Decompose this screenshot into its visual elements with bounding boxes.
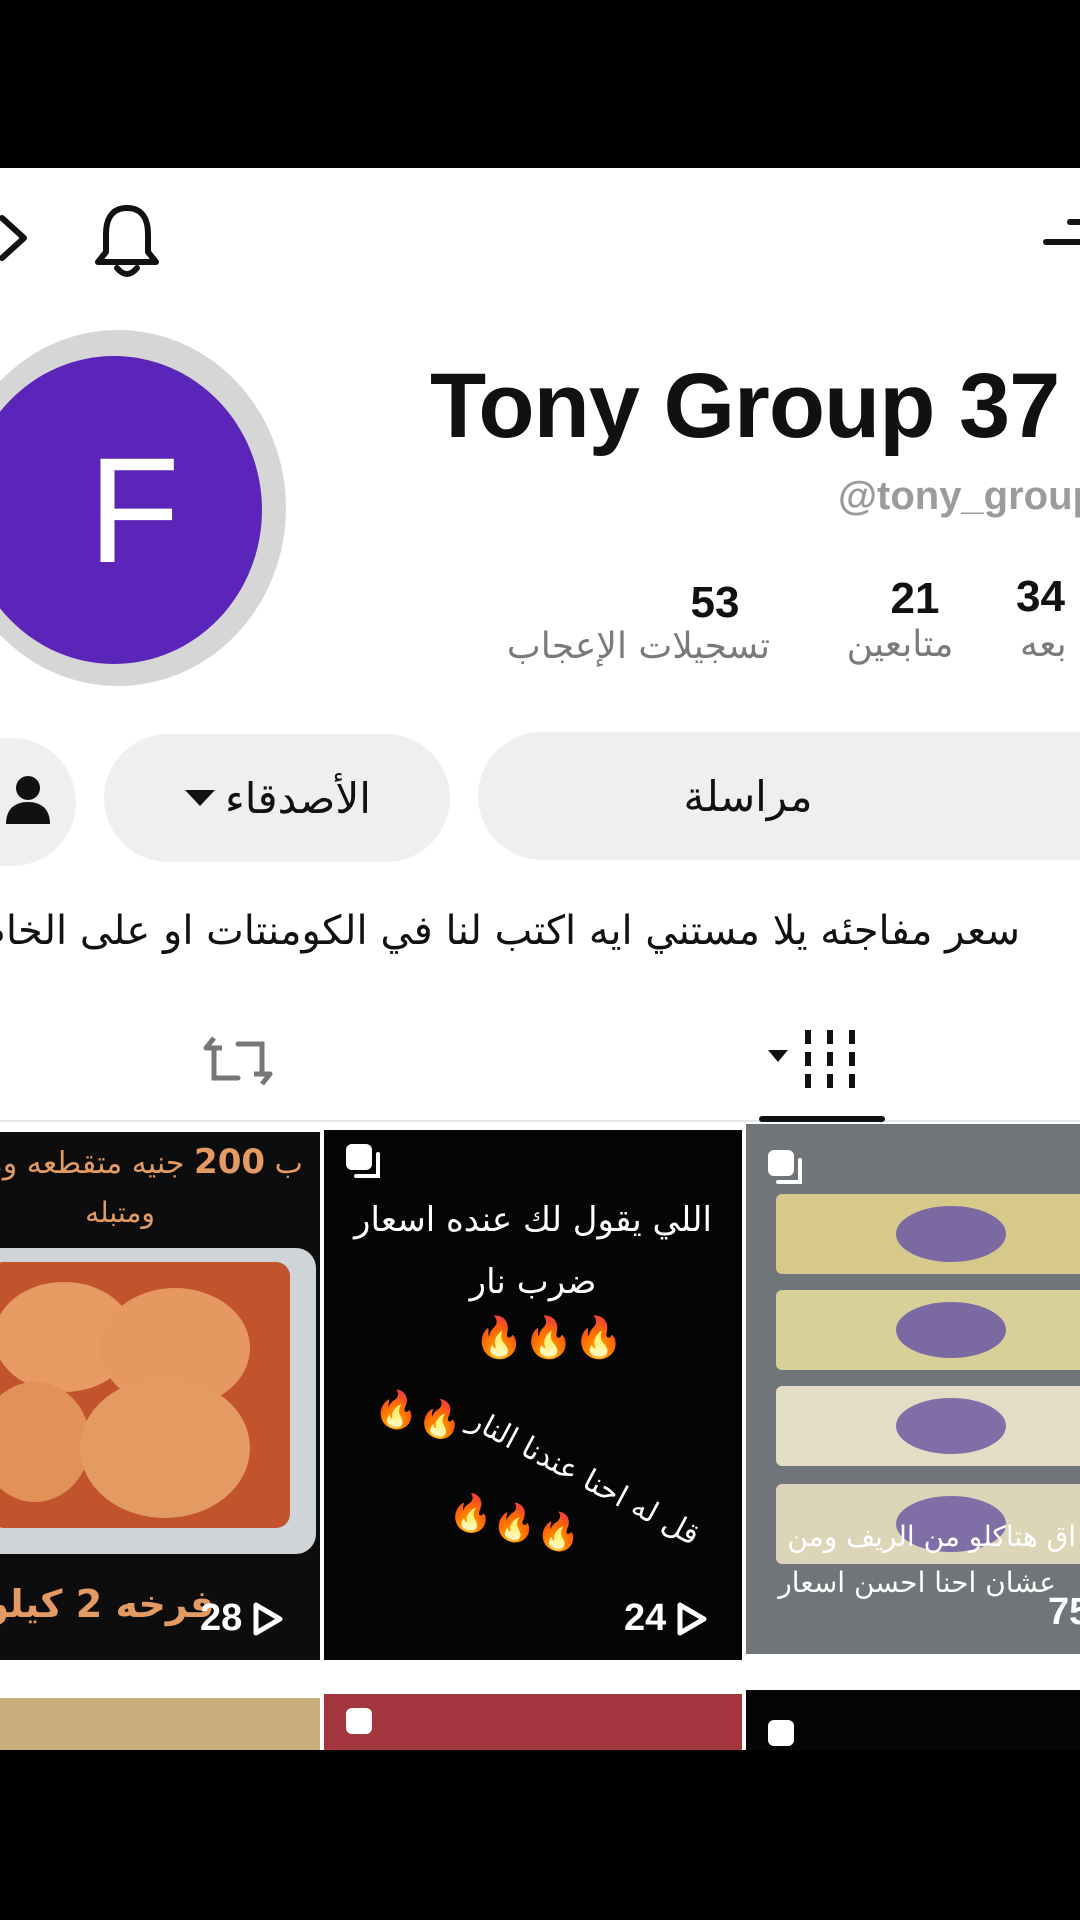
play-icon bbox=[677, 1602, 707, 1635]
food-container-image bbox=[0, 1248, 316, 1554]
followers-label: متابعين bbox=[846, 624, 954, 665]
fire-emojis: 🔥🔥🔥 bbox=[474, 1315, 624, 1361]
avatar-letter: F bbox=[88, 425, 180, 594]
following-label: بعه bbox=[1020, 624, 1067, 665]
followers-count: 21 bbox=[890, 574, 940, 623]
multi-select-icon bbox=[768, 1150, 802, 1184]
friends-label: الأصدقاء bbox=[225, 773, 371, 823]
menu-icon[interactable] bbox=[1040, 218, 1080, 258]
view-count: 75 bbox=[1048, 1591, 1080, 1634]
video-tile[interactable]: ب 200 جنيه متقطعه ومت ومتبله فرخه 2 كيلو… bbox=[0, 1132, 320, 1660]
message-button[interactable]: مراسلة bbox=[478, 732, 1080, 860]
repost-icon[interactable] bbox=[202, 1028, 274, 1094]
caption-prefix: ب bbox=[274, 1146, 303, 1181]
video-caption-line1: اق هتاكلو من الريف ومن bbox=[787, 1520, 1076, 1553]
view-count-value: 28 bbox=[200, 1597, 243, 1639]
view-count: 24 bbox=[624, 1597, 708, 1640]
video-tile[interactable]: اللي يقول لك عنده اسعار ضرب نار 🔥🔥🔥 🔥🔥 ق… bbox=[324, 1130, 742, 1660]
message-label: مراسلة bbox=[683, 771, 813, 821]
likes-label: تسجيلات الإعجاب bbox=[506, 626, 770, 667]
video-caption-line1: اللي يقول لك عنده اسعار bbox=[354, 1200, 712, 1240]
view-count-value: 24 bbox=[624, 1597, 667, 1639]
grid-icon[interactable] bbox=[766, 1026, 866, 1090]
chevron-down-icon bbox=[185, 790, 216, 806]
following-count: 34 bbox=[1016, 572, 1065, 621]
multi-select-icon bbox=[346, 1708, 372, 1734]
bottom-letterbox bbox=[0, 1750, 1080, 1920]
video-tile[interactable] bbox=[0, 1698, 320, 1750]
tabs-divider bbox=[0, 1120, 1080, 1122]
fire-emojis: 🔥🔥🔥 bbox=[445, 1489, 586, 1558]
play-icon bbox=[253, 1602, 283, 1635]
caption-price: 200 bbox=[194, 1142, 266, 1182]
chevron-icon[interactable] bbox=[0, 208, 40, 268]
video-tile[interactable] bbox=[324, 1694, 742, 1750]
view-count-value: 75 bbox=[1048, 1591, 1080, 1633]
video-tile[interactable] bbox=[746, 1690, 1080, 1750]
video-tile[interactable]: اق هتاكلو من الريف ومن عشان احنا احسن اس… bbox=[746, 1124, 1080, 1654]
add-friend-icon bbox=[6, 776, 50, 824]
profile-handle: @tony_group bbox=[838, 474, 1080, 518]
active-tab-indicator bbox=[759, 1116, 885, 1122]
profile-bio: سعر مفاجئه يلا مستني ايه اكتب لنا في الك… bbox=[0, 908, 1020, 954]
profile-screen: F Tony Group 37 @tony_group 53 تسجيلات ا… bbox=[0, 168, 1080, 1750]
video-caption: ب 200 جنيه متقطعه ومت bbox=[0, 1142, 320, 1182]
video-caption-line2: ومتبله bbox=[85, 1196, 155, 1229]
multi-select-icon bbox=[346, 1144, 380, 1178]
view-count: 28 bbox=[200, 1597, 284, 1640]
multi-select-icon bbox=[768, 1720, 794, 1746]
profile-name: Tony Group 37 bbox=[430, 355, 1060, 457]
caption-rest: جنيه متقطعه ومت bbox=[0, 1146, 185, 1181]
bell-icon[interactable] bbox=[90, 202, 164, 280]
add-friend-button[interactable] bbox=[0, 738, 76, 866]
friends-dropdown-button[interactable]: الأصدقاء bbox=[104, 734, 450, 862]
video-caption-line2: ضرب نار bbox=[469, 1262, 597, 1302]
likes-count: 53 bbox=[690, 578, 740, 627]
video-caption-line2: عشان احنا احسن اسعار bbox=[778, 1566, 1056, 1599]
top-letterbox bbox=[0, 0, 1080, 168]
